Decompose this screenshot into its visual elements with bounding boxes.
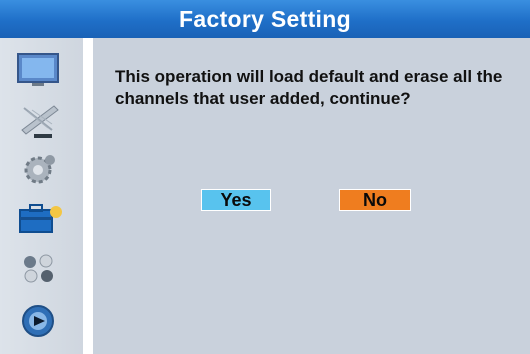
media-balls-icon[interactable] (14, 248, 64, 288)
confirmation-message: This operation will load default and era… (115, 67, 503, 108)
sidebar-divider (83, 38, 93, 354)
tv-screen-icon[interactable] (14, 50, 64, 90)
no-button[interactable]: No (339, 189, 411, 211)
disc-player-icon[interactable] (14, 300, 64, 340)
menu-sidebar (0, 38, 83, 354)
toolbox-icon[interactable] (14, 198, 64, 238)
dialog-body: This operation will load default and era… (93, 38, 530, 354)
satellite-dish-icon[interactable] (14, 100, 64, 140)
yes-button[interactable]: Yes (201, 189, 271, 211)
gear-icon[interactable] (14, 148, 64, 188)
dialog-title-bar: Factory Setting (0, 0, 530, 38)
dialog-title: Factory Setting (179, 5, 351, 32)
